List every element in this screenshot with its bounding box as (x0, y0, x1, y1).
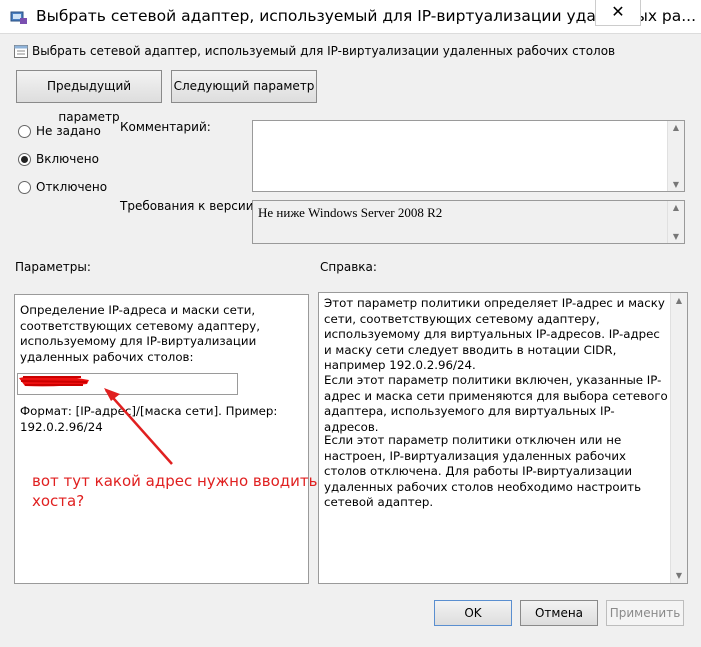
scroll-up-icon[interactable]: ▲ (668, 123, 684, 132)
previous-setting-button[interactable]: Предыдущий параметр (16, 70, 162, 124)
annotation-line-2: хоста? (32, 492, 85, 510)
annotation-arrow (104, 388, 173, 465)
policy-window-icon (10, 11, 27, 24)
radio-disabled[interactable]: Отключено (18, 180, 107, 196)
apply-button[interactable]: Применить (606, 600, 684, 626)
help-paragraph-2: Если этот параметр политики включен, ука… (324, 373, 668, 434)
help-scrollbar[interactable]: ▲ ▼ (670, 293, 687, 583)
comment-textarea[interactable]: ▲ ▼ (252, 120, 685, 192)
policy-setting-icon (14, 45, 28, 58)
version-label: Требования к версии: (120, 199, 258, 213)
ok-button[interactable]: OK (434, 600, 512, 626)
comment-label: Комментарий: (120, 120, 211, 134)
scroll-up-icon[interactable]: ▲ (668, 203, 684, 212)
version-value: Не ниже Windows Server 2008 R2 (258, 205, 443, 220)
parameters-label: Параметры: (15, 260, 91, 274)
radio-not-configured-label: Не задано (36, 124, 101, 138)
close-icon: ✕ (611, 2, 625, 21)
radio-disabled-circle[interactable] (18, 181, 31, 194)
version-field: Не ниже Windows Server 2008 R2 ▲ ▼ (252, 200, 685, 244)
scroll-down-icon[interactable]: ▼ (668, 180, 684, 189)
radio-not-configured-circle[interactable] (18, 125, 31, 138)
help-label: Справка: (320, 260, 377, 274)
radio-enabled-label: Включено (36, 152, 99, 166)
help-paragraph-1: Этот параметр политики определяет IP-адр… (324, 296, 665, 372)
version-scrollbar[interactable]: ▲ ▼ (667, 201, 684, 243)
scroll-down-icon[interactable]: ▼ (671, 571, 687, 580)
next-setting-button[interactable]: Следующий параметр (171, 70, 317, 103)
annotation-line-1: вот тут какой адрес нужно вводить (32, 472, 318, 490)
comment-scrollbar[interactable]: ▲ ▼ (667, 121, 684, 191)
scroll-down-icon[interactable]: ▼ (668, 232, 684, 241)
close-button[interactable]: ✕ (595, 0, 641, 26)
scroll-up-icon[interactable]: ▲ (671, 296, 687, 305)
radio-enabled-circle[interactable] (18, 153, 31, 166)
policy-subtitle: Выбрать сетевой адаптер, используемый дл… (32, 44, 616, 58)
radio-enabled[interactable]: Включено (18, 152, 99, 168)
redaction-scribble (19, 376, 89, 387)
help-paragraph-3: Если этот параметр политики отключен или… (324, 433, 642, 509)
help-panel: Этот параметр политики определяет IP-адр… (318, 292, 688, 584)
radio-disabled-label: Отключено (36, 180, 108, 194)
parameters-description: Определение IP-адреса и маски сети, соот… (20, 303, 260, 364)
cancel-button[interactable]: Отмена (520, 600, 598, 626)
radio-not-configured[interactable]: Не задано (18, 124, 101, 140)
